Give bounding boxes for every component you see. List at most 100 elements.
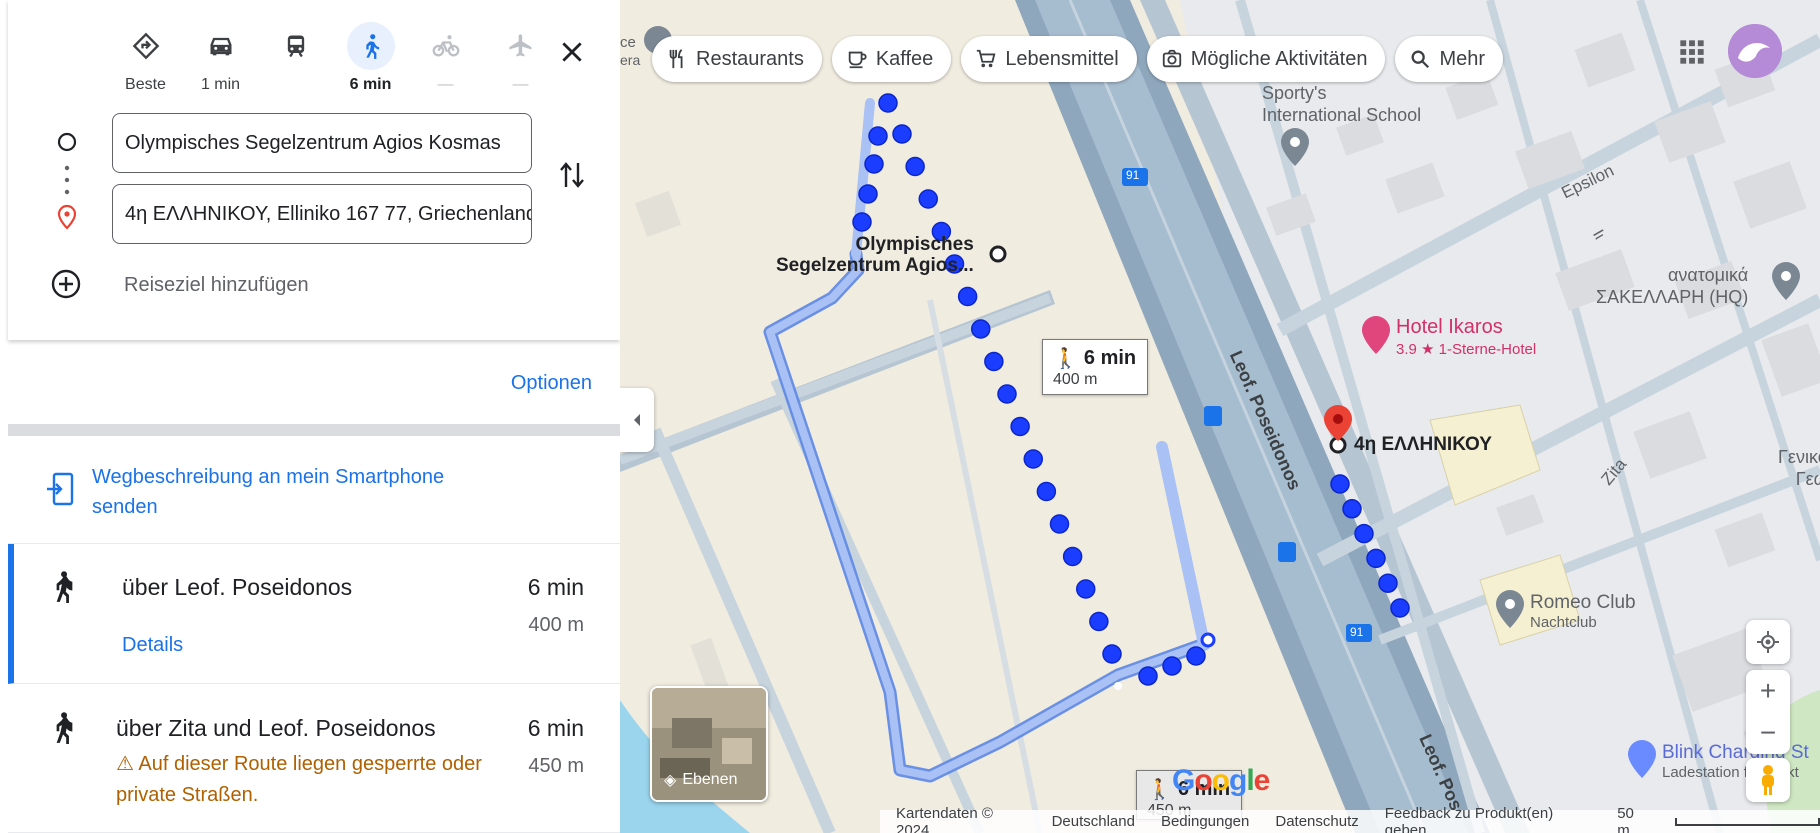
layers-button[interactable]: ◈ Ebenen [650, 686, 768, 802]
chip-more[interactable]: Mehr [1395, 36, 1504, 82]
send-to-phone-row[interactable]: Wegbeschreibung an mein Smartphone sende… [8, 436, 620, 544]
romeo-club-label[interactable]: Romeo Club [1530, 592, 1636, 614]
route-dot [1049, 514, 1070, 534]
route-dot [1102, 644, 1122, 664]
mode-transit[interactable] [258, 22, 333, 96]
zoom-in-button[interactable]: + [1760, 670, 1776, 712]
mode-label: Beste [125, 76, 166, 93]
send-to-phone-icon [47, 472, 74, 506]
route-option-2[interactable]: über Zita und Leof. Poseidonos 6 min 450… [8, 685, 620, 833]
walk-icon [365, 34, 379, 59]
close-directions-button[interactable] [552, 32, 592, 72]
route-option-1[interactable]: über Leof. Poseidonos 6 min 400 m Detail… [8, 544, 620, 684]
route-dot [878, 93, 898, 113]
route-dot [858, 184, 878, 204]
map-background [620, 0, 1820, 833]
chip-restaurants[interactable]: Restaurants [652, 36, 822, 82]
origin-input[interactable]: Olympisches Segelzentrum Agios Kosmas [112, 113, 532, 173]
directions-header: Beste 1 min 6 min — — Olympisches Segelz… [8, 0, 620, 340]
edge-label-2: era [620, 52, 641, 68]
swap-button[interactable] [552, 155, 592, 195]
cart-icon [977, 49, 996, 68]
route-dot [1390, 598, 1410, 618]
feedback-link[interactable]: Feedback zu Produkt(en) geben [1385, 805, 1591, 833]
route-dot [971, 319, 991, 339]
route-dot [1378, 573, 1398, 593]
anatomika-label[interactable]: ανατομικά ΣΑΚΕΛΛΑΡΗ (HQ) [1596, 264, 1748, 308]
collapse-panel-button[interactable] [620, 388, 654, 452]
route-time-callout[interactable]: 🚶 6 min 400 m [1042, 339, 1148, 395]
map-footer: Kartendaten © 2024 Deutschland Bedingung… [880, 805, 1820, 833]
chevron-left-icon [634, 414, 640, 426]
account-avatar[interactable] [1728, 24, 1782, 78]
callout-time: 6 min [1083, 347, 1137, 369]
road-91-label-2: 91 [1350, 625, 1364, 639]
send-to-phone-label: Wegbeschreibung an mein Smartphone sende… [92, 466, 445, 518]
origin-place-label[interactable]: Olympisches Segelzentrum Agios... [776, 234, 974, 276]
my-location-button[interactable] [1746, 620, 1790, 664]
add-destination-button[interactable]: Reiseziel hinzufügen [46, 268, 566, 304]
scale-label[interactable]: 50 m [1617, 805, 1649, 833]
route-dot [997, 384, 1017, 404]
route-distance: 400 m [528, 614, 584, 636]
directions-diamond-icon [132, 32, 159, 60]
chip-label: Mögliche Aktivitäten [1190, 47, 1368, 70]
mode-bike[interactable]: — [408, 22, 483, 96]
car-icon [210, 37, 231, 56]
options-button[interactable]: Optionen [511, 372, 592, 395]
destination-input[interactable]: 4η ΕΛΛΗΝΙΚΟΥ, Elliniko 167 77, Griechenl… [112, 184, 532, 244]
mode-label: 1 min [200, 76, 241, 93]
callout-distance: 400 m [1053, 371, 1098, 388]
coffee-icon [848, 51, 867, 69]
map-data-credit: Kartendaten © 2024 [896, 804, 993, 833]
apps-grid-button[interactable] [1668, 28, 1716, 76]
add-destination-label: Reiseziel hinzufügen [124, 274, 309, 296]
route-distance: 450 m [528, 755, 584, 777]
zoom-controls: + − [1746, 670, 1790, 754]
region-link[interactable]: Deutschland [1052, 813, 1135, 830]
route-warning: ⚠ Auf dieser Route liegen gesperrte oder… [116, 753, 482, 806]
mode-best[interactable]: Beste [108, 22, 183, 96]
chip-label: Kaffee [875, 47, 934, 70]
romeo-club-sub: Nachtclub [1530, 614, 1597, 631]
chip-label: Restaurants [696, 47, 804, 70]
route-dot [1354, 523, 1374, 544]
chip-activities[interactable]: Mögliche Aktivitäten [1146, 36, 1386, 82]
add-circle-icon [51, 269, 81, 299]
terms-link[interactable]: Bedingungen [1161, 813, 1249, 830]
mode-car[interactable]: 1 min [183, 22, 258, 96]
route-dot [1330, 474, 1350, 494]
hotel-rating: 3.9 ★ 1-Sterne-Hotel [1396, 341, 1537, 358]
route-dot [1036, 481, 1057, 502]
route-details-link[interactable]: Details [122, 634, 183, 657]
mode-walk[interactable]: 6 min [333, 22, 408, 96]
route-title: über Leof. Poseidonos [122, 574, 353, 600]
route-dot [1342, 499, 1362, 519]
avatar-image [1728, 24, 1782, 78]
route-dot [1186, 646, 1206, 666]
privacy-link[interactable]: Datenschutz [1275, 813, 1358, 830]
zoom-out-button[interactable]: − [1760, 712, 1776, 754]
travel-mode-selector: Beste 1 min 6 min — — [108, 22, 558, 96]
plane-icon [508, 34, 531, 57]
school-label[interactable]: Sporty's International School [1262, 82, 1421, 126]
hotel-label[interactable]: Hotel Ikaros [1396, 316, 1503, 339]
category-chip-bar: Restaurants Kaffee Lebensmittel Mögliche… [652, 36, 1504, 82]
mode-flight[interactable]: — [483, 22, 558, 96]
map-canvas[interactable]: ce era Sporty's International School Oly… [620, 0, 1820, 833]
route-dot [1162, 656, 1182, 676]
chip-coffee[interactable]: Kaffee [831, 36, 952, 82]
route-dot [984, 351, 1004, 372]
mode-label: — [512, 76, 529, 93]
route-dot [918, 189, 938, 209]
route-title: über Zita und Leof. Poseidonos [116, 715, 436, 741]
destination-place-label[interactable]: 4η ΕΛΛΗΝΙΚΟΥ [1354, 434, 1492, 455]
route-dot [1062, 546, 1083, 567]
scale-bar [1675, 817, 1820, 826]
street-view-pegman[interactable] [1746, 758, 1790, 802]
route-dot [957, 286, 978, 307]
route-dot [1023, 449, 1043, 469]
chip-groceries[interactable]: Lebensmittel [961, 36, 1137, 82]
pegman-icon [1762, 765, 1774, 795]
edge-label: ce [620, 34, 636, 51]
